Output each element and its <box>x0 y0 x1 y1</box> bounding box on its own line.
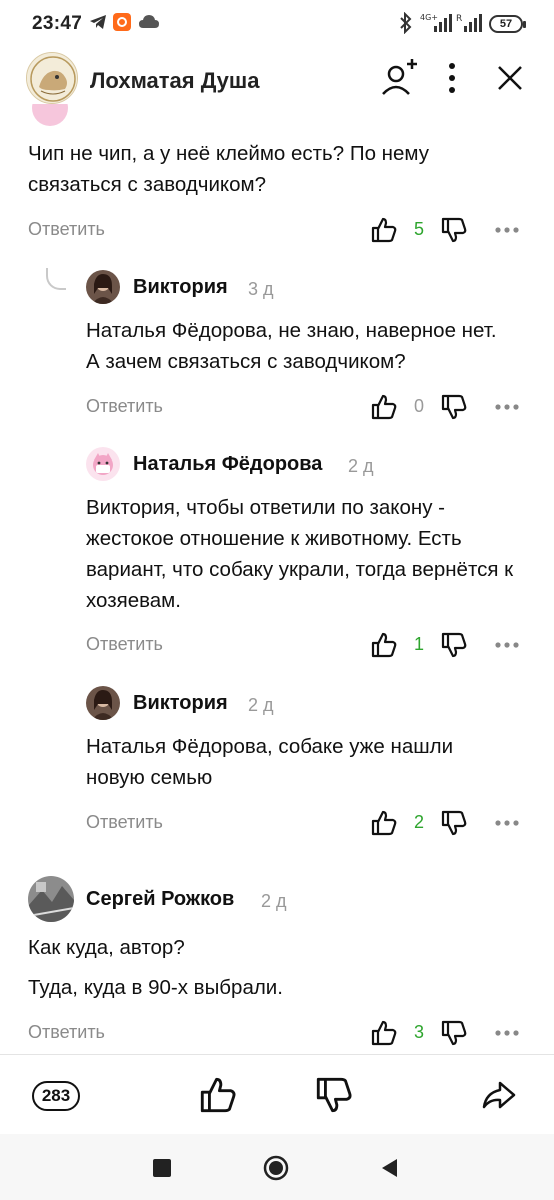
comment-age: 3 д <box>248 279 274 299</box>
comment-text: Наталья Фёдорова, собаке уже нашли новую… <box>86 735 454 789</box>
likes-count: 5 <box>413 219 424 239</box>
comment-actions: Ответить 1 <box>86 631 528 661</box>
avatar[interactable] <box>86 686 120 720</box>
channel-name[interactable]: Лохматая Душа <box>90 68 260 94</box>
signal-4g-icon: 4G+ <box>420 12 454 39</box>
bottom-action-bar: 283 <box>0 1054 554 1134</box>
likes-count: 0 <box>413 396 424 416</box>
subscribe-icon[interactable] <box>376 56 420 100</box>
recent-apps-icon[interactable] <box>148 1154 176 1182</box>
more-icon[interactable] <box>492 393 522 421</box>
avatar[interactable] <box>86 447 120 481</box>
dislike-icon[interactable] <box>440 809 468 837</box>
comment-text: Виктория, чтобы ответили по закону - жес… <box>86 496 514 612</box>
svg-text:R: R <box>456 14 462 24</box>
dislike-icon[interactable] <box>440 393 468 421</box>
likes-count: 1 <box>413 634 424 654</box>
thread-connector <box>46 268 66 290</box>
comment-text: Как куда, автор? <box>28 936 185 959</box>
status-bar: 23:47 4G+ R 57 <box>0 0 554 48</box>
comments-icon[interactable]: 283 <box>32 1081 80 1111</box>
reply-button[interactable]: Ответить <box>28 1022 105 1043</box>
more-vertical-icon[interactable] <box>430 56 474 100</box>
dislike-icon[interactable] <box>440 631 468 659</box>
likes-count: 2 <box>413 812 424 832</box>
like-icon[interactable] <box>198 1075 238 1115</box>
reply-button[interactable]: Ответить <box>86 634 163 655</box>
reply-button[interactable]: Ответить <box>86 396 163 417</box>
close-icon[interactable] <box>488 56 532 100</box>
channel-header: Лохматая Душа <box>0 48 554 112</box>
reply-button[interactable]: Ответить <box>28 219 105 240</box>
telegram-icon <box>88 12 108 37</box>
signal-r-icon: R <box>456 12 486 39</box>
cloud-icon <box>138 12 160 37</box>
comment-text: Чип не чип, а у неё клеймо есть? По нему… <box>28 142 429 196</box>
more-icon[interactable] <box>492 1019 522 1047</box>
comment-text: Наталья Фёдорова, не знаю, наверное нет.… <box>86 319 497 373</box>
like-icon[interactable] <box>370 1019 398 1047</box>
comment-author[interactable]: Виктория <box>133 276 228 299</box>
avatar <box>32 104 68 126</box>
bluetooth-icon <box>398 11 414 39</box>
avatar[interactable] <box>86 270 120 304</box>
back-icon[interactable] <box>376 1154 404 1182</box>
like-icon[interactable] <box>370 631 398 659</box>
avatar[interactable] <box>28 876 74 922</box>
reply-button[interactable]: Ответить <box>86 812 163 833</box>
dislike-icon[interactable] <box>314 1075 354 1115</box>
comment-actions: Ответить 5 <box>28 216 528 246</box>
status-time: 23:47 <box>32 13 83 34</box>
channel-avatar[interactable] <box>26 52 78 104</box>
comment-age: 2 д <box>348 456 374 476</box>
like-icon[interactable] <box>370 216 398 244</box>
comment-author[interactable]: Наталья Фёдорова <box>133 453 322 476</box>
comment-actions: Ответить 3 <box>28 1019 528 1049</box>
comment-author[interactable]: Виктория <box>133 692 228 715</box>
more-icon[interactable] <box>492 809 522 837</box>
comment-actions: Ответить 2 <box>86 809 528 839</box>
comment-actions: Ответить 0 <box>86 393 528 423</box>
dislike-icon[interactable] <box>440 216 468 244</box>
more-icon[interactable] <box>492 216 522 244</box>
like-icon[interactable] <box>370 809 398 837</box>
svg-text:4G+: 4G+ <box>420 13 438 22</box>
battery-icon: 57 <box>489 15 526 33</box>
home-icon[interactable] <box>262 1154 290 1182</box>
app-notification-icon <box>112 12 132 37</box>
comment-age: 2 д <box>248 695 274 715</box>
more-icon[interactable] <box>492 631 522 659</box>
comment-age: 2 д <box>261 891 287 911</box>
dislike-icon[interactable] <box>440 1019 468 1047</box>
like-icon[interactable] <box>370 393 398 421</box>
comment-text: Туда, куда в 90-х выбрали. <box>28 976 283 999</box>
comment-author[interactable]: Сергей Рожков <box>86 888 234 911</box>
likes-count: 3 <box>413 1022 424 1042</box>
share-icon[interactable] <box>478 1075 518 1115</box>
system-nav-bar <box>0 1134 554 1200</box>
